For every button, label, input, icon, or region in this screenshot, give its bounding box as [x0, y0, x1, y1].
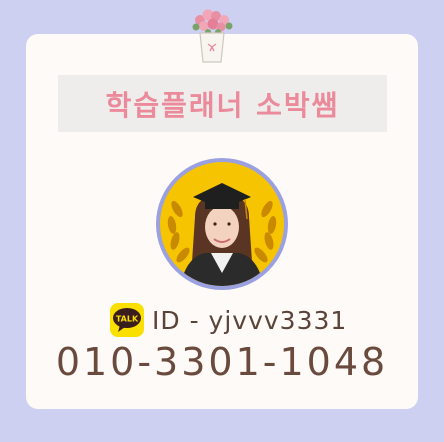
- title-banner: 학습플래너 소박쌤: [58, 75, 387, 132]
- flower-pot-icon: [192, 9, 233, 63]
- avatar: [156, 158, 288, 290]
- kakao-badge-text: TALK: [116, 315, 139, 324]
- page-title: 학습플래너 소박쌤: [105, 88, 340, 122]
- kakao-id-row: TALK ID - yjvvv3331: [110, 302, 347, 338]
- phone-number: 010-3301-1048: [55, 340, 389, 384]
- chat-bubble-icon: TALK: [113, 308, 141, 332]
- kakao-talk-icon: TALK: [110, 303, 144, 337]
- kakao-id-text: ID - yjvvv3331: [152, 305, 348, 335]
